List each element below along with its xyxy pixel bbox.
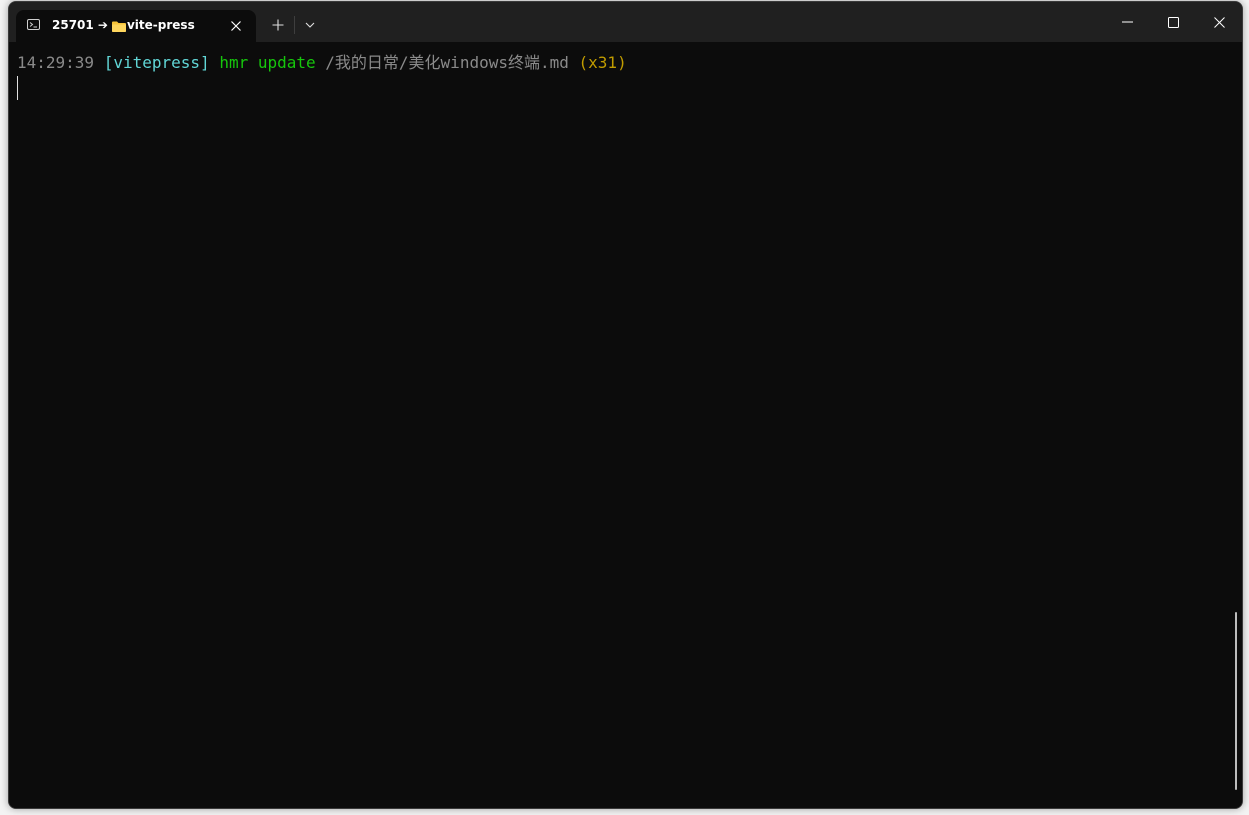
close-icon (231, 21, 241, 31)
folder-icon (111, 21, 126, 32)
chevron-down-icon (305, 22, 315, 28)
scrollbar-thumb[interactable] (1235, 612, 1237, 790)
minimize-button[interactable] (1104, 2, 1150, 42)
text-cursor (17, 76, 18, 100)
plus-icon (272, 19, 284, 31)
new-tab-button[interactable] (267, 14, 289, 36)
tab-title-suffix: vite-press (126, 18, 195, 32)
tab-divider (294, 16, 295, 34)
terminal-icon (27, 19, 40, 30)
tab-title: 25701 ➔ vite-press (52, 18, 195, 32)
terminal-line: 14:29:39 [vitepress] hmr update /我的日常/美化… (17, 53, 627, 73)
maximize-icon (1167, 16, 1179, 28)
tab-vite-press[interactable]: 25701 ➔ vite-press (16, 10, 256, 42)
tab-title-prefix: 25701 ➔ (52, 18, 108, 32)
log-path: /我的日常/美化windows终端.md (325, 53, 569, 72)
log-tag: [vitepress] (103, 53, 210, 72)
close-icon (1213, 16, 1225, 28)
title-bar[interactable]: 25701 ➔ vite-press (9, 2, 1242, 42)
tab-dropdown-button[interactable] (299, 14, 321, 36)
log-action: hmr update (219, 53, 316, 72)
terminal-window: 25701 ➔ vite-press 14:29:39 [vitepress] … (8, 1, 1243, 809)
terminal-output[interactable]: 14:29:39 [vitepress] hmr update /我的日常/美化… (9, 42, 1242, 808)
minimize-icon (1121, 21, 1133, 23)
close-window-button[interactable] (1196, 2, 1242, 42)
maximize-button[interactable] (1150, 2, 1196, 42)
log-time: 14:29:39 (17, 53, 95, 72)
log-count: (x31) (578, 53, 627, 72)
tab-close-button[interactable] (226, 16, 246, 36)
